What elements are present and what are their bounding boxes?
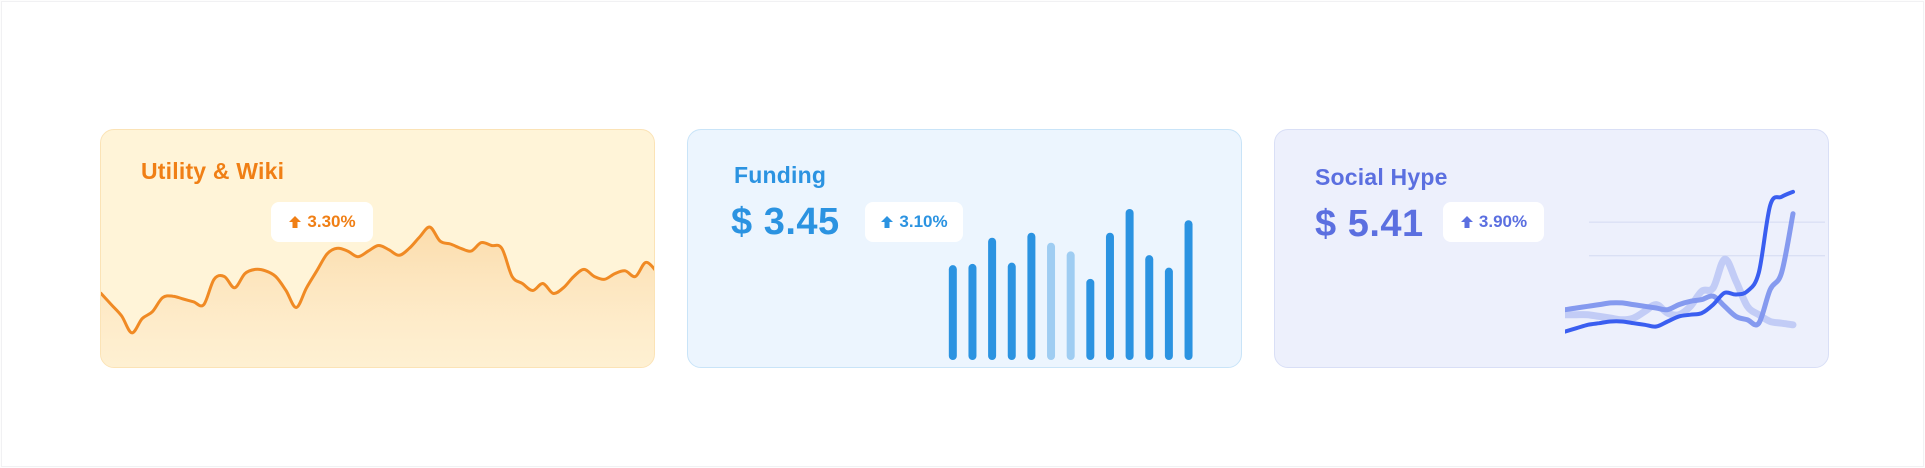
funding-card[interactable]: Funding $ 3.45 3.10% [687,129,1242,368]
bar [1086,278,1095,360]
utility-area-chart [101,225,654,367]
series-line-3 [1565,189,1795,334]
card-title: Funding [734,162,827,188]
card-value: $ 5.41 [1315,203,1424,245]
area-fill [101,227,654,367]
change-badge: 3.90% [1443,202,1544,242]
arrow-up-icon [881,216,894,228]
social-line-chart [1565,189,1825,334]
card-title: Social Hype [1315,164,1448,190]
arrow-up-icon [1460,216,1473,228]
bar [1047,242,1056,360]
bar [1007,262,1016,360]
bar [1105,232,1114,360]
utility-wiki-card[interactable]: Utility & Wiki 3.30% [100,129,655,368]
funding-bar-chart [948,208,1193,360]
bar [1027,232,1036,360]
bar [948,265,957,360]
bar [988,237,997,360]
card-value: $ 3.45 [731,201,840,243]
bar [1164,267,1173,360]
change-value: 3.10% [899,212,948,231]
card-title: Utility & Wiki [141,158,285,184]
bar [1125,208,1134,360]
social-hype-card[interactable]: Social Hype $ 5.41 3.90% [1274,129,1829,368]
bar [1145,255,1154,360]
bar [1184,220,1193,360]
bar [1066,251,1075,360]
bar [968,263,977,360]
change-value: 3.90% [1478,212,1528,231]
